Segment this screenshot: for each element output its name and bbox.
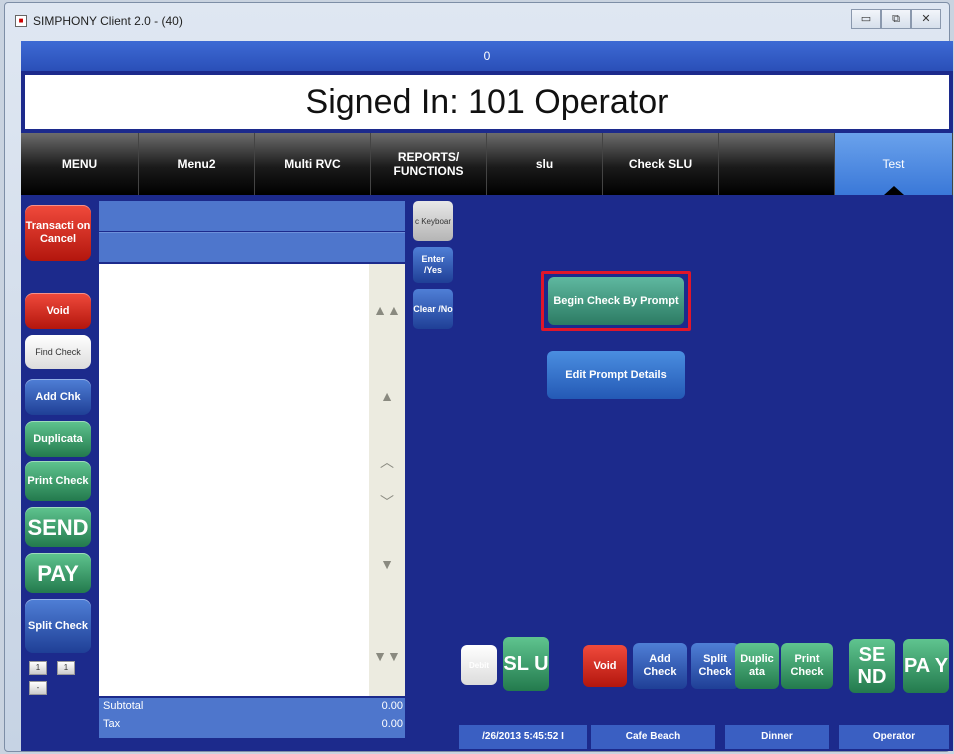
check-detail-list[interactable] <box>99 264 369 696</box>
title-bar[interactable]: ■ SIMPHONY Client 2.0 - (40) ▭ ⧉ ✕ <box>5 3 949 41</box>
enter-yes-button[interactable]: Enter /Yes <box>413 247 453 283</box>
minimize-button[interactable]: ▭ <box>851 9 881 29</box>
void-bottom-button[interactable]: Void <box>583 645 627 687</box>
app-icon: ■ <box>15 15 27 27</box>
duplicate-bottom-button[interactable]: Duplic ata <box>735 643 779 689</box>
tab-test-label: Test <box>882 157 905 171</box>
signed-in-banner: Signed In: 101 Operator <box>25 75 949 129</box>
print-check-button[interactable]: Print Check <box>25 461 91 501</box>
clear-no-button[interactable]: Clear /No <box>413 289 453 329</box>
begin-check-by-prompt-button[interactable]: Begin Check By Prompt <box>548 277 684 325</box>
print-check-bottom-button[interactable]: Print Check <box>781 643 833 689</box>
tab-bar: MENU Menu2 Multi RVC REPORTS/ FUNCTIONS … <box>21 133 953 195</box>
tax-label: Tax <box>103 718 121 730</box>
add-check-bottom-button[interactable]: Add Check <box>633 643 687 689</box>
tab-test[interactable]: Test <box>835 133 953 195</box>
tax-row: Tax 0.00 <box>103 716 403 734</box>
tab-menu[interactable]: MENU <box>21 133 139 195</box>
datetime-display: /26/2013 5:45:52 I <box>459 725 587 749</box>
send-bottom-button[interactable]: SE ND <box>849 639 895 693</box>
numpad-key-1[interactable]: 1 <box>29 661 47 675</box>
tab-slu[interactable]: slu <box>487 133 603 195</box>
tab-multi-rvc[interactable]: Multi RVC <box>255 133 371 195</box>
debit-button[interactable]: Debit <box>461 645 497 685</box>
period-display: Dinner <box>725 725 829 749</box>
tab-blank[interactable] <box>719 133 835 195</box>
pay-bottom-button[interactable]: PA Y <box>903 639 949 693</box>
tax-value: 0.00 <box>381 718 403 730</box>
keyboard-button[interactable]: c Keyboar <box>413 201 453 241</box>
duplicate-button[interactable]: Duplicata <box>25 421 91 457</box>
transaction-cancel-button[interactable]: Transacti on Cancel <box>25 205 91 261</box>
page-up-icon[interactable]: ▲▲ <box>369 302 405 318</box>
send-button[interactable]: SEND <box>25 507 91 547</box>
check-header-row-2 <box>99 232 405 262</box>
slu-button[interactable]: SL U <box>503 637 549 691</box>
edit-prompt-details-button[interactable]: Edit Prompt Details <box>547 351 685 399</box>
scroll-up-icon[interactable]: ▲ <box>369 388 405 404</box>
line-down-icon[interactable]: ﹀ <box>369 492 405 512</box>
pos-screen: 0 Signed In: 101 Operator MENU Menu2 Mul… <box>21 41 953 751</box>
app-window: ■ SIMPHONY Client 2.0 - (40) ▭ ⧉ ✕ 0 Sig… <box>4 2 953 752</box>
tab-check-slu[interactable]: Check SLU <box>603 133 719 195</box>
operator-display: Operator <box>839 725 949 749</box>
check-header-row-1 <box>99 201 405 231</box>
active-tab-caret-icon <box>883 186 904 195</box>
close-button[interactable]: ✕ <box>911 9 941 29</box>
totals-panel: Subtotal 0.00 Tax 0.00 <box>99 698 405 738</box>
split-check-bottom-button[interactable]: Split Check <box>691 643 739 689</box>
check-detail-scroller: ▲▲ ▲ ︿ ﹀ ▼ ▼▼ <box>369 264 405 696</box>
void-button[interactable]: Void <box>25 293 91 329</box>
split-check-button[interactable]: Split Check <box>25 599 91 653</box>
check-detail: ▲▲ ▲ ︿ ﹀ ▼ ▼▼ Subtotal 0.00 Tax 0.00 <box>99 201 405 753</box>
tab-reports-functions[interactable]: REPORTS/ FUNCTIONS <box>371 133 487 195</box>
location-display: Cafe Beach <box>591 725 715 749</box>
scroll-down-icon[interactable]: ▼ <box>369 556 405 572</box>
tab-menu2[interactable]: Menu2 <box>139 133 255 195</box>
subtotal-label: Subtotal <box>103 700 144 712</box>
maximize-button[interactable]: ⧉ <box>881 9 911 29</box>
status-strip: 0 <box>21 41 953 71</box>
add-chk-button[interactable]: Add Chk <box>25 379 91 415</box>
pay-button[interactable]: PAY <box>25 553 91 593</box>
window-title: SIMPHONY Client 2.0 - (40) <box>33 14 183 28</box>
numpad-key-2[interactable]: 1 <box>57 661 75 675</box>
page-down-icon[interactable]: ▼▼ <box>369 648 405 664</box>
find-check-button[interactable]: Find Check <box>25 335 91 369</box>
numpad-key-dash[interactable]: - <box>29 681 47 695</box>
line-up-icon[interactable]: ︿ <box>369 452 405 472</box>
window-controls: ▭ ⧉ ✕ <box>851 9 941 29</box>
subtotal-row: Subtotal 0.00 <box>103 698 403 716</box>
subtotal-value: 0.00 <box>381 700 403 712</box>
